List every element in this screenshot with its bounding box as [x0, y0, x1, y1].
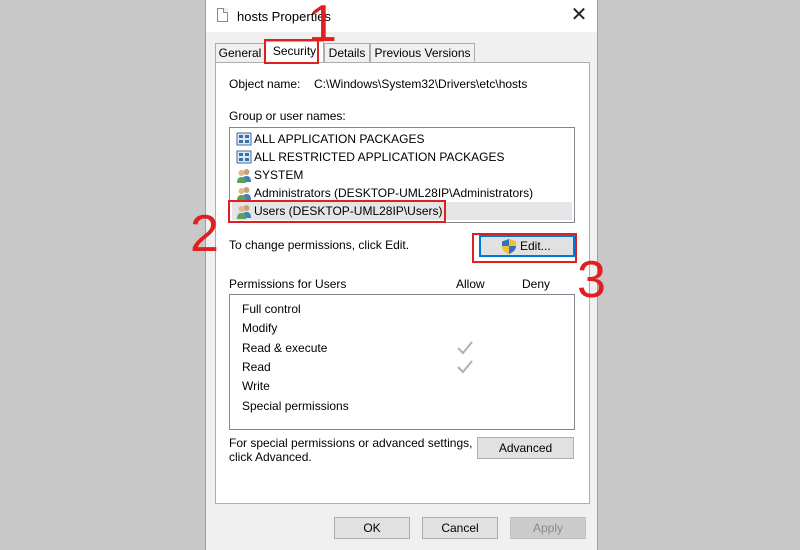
permission-row: Special permissions: [242, 399, 349, 413]
object-name-value: C:\Windows\System32\Drivers\etc\hosts: [314, 77, 528, 91]
group-list-label: Group or user names:: [229, 109, 346, 123]
close-button[interactable]: ✕: [568, 3, 590, 27]
permission-row: Read: [242, 360, 271, 374]
package-icon: [236, 150, 252, 164]
list-item[interactable]: ALL RESTRICTED APPLICATION PACKAGES: [232, 148, 572, 166]
title-bar: hosts Properties ✕: [206, 0, 597, 32]
permissions-title: Permissions for Users: [229, 277, 347, 291]
step-number-2: 2: [190, 205, 219, 263]
object-name-label: Object name:: [229, 77, 301, 91]
list-item[interactable]: SYSTEM: [232, 166, 572, 184]
step-number-3: 3: [577, 251, 606, 309]
cancel-button[interactable]: Cancel: [422, 517, 498, 539]
allow-check-icon: [457, 341, 473, 355]
package-icon: [236, 132, 252, 146]
list-item-label: SYSTEM: [254, 168, 304, 182]
tab-previous-versions[interactable]: Previous Versions: [370, 43, 475, 62]
tab-general[interactable]: General: [215, 43, 265, 62]
permission-row: Write: [242, 379, 270, 393]
permissions-list: Full control Modify Read & execute Read …: [229, 294, 575, 430]
step-number-1: 1: [308, 0, 337, 53]
advanced-button[interactable]: Advanced: [477, 437, 574, 459]
security-panel: Object name: C:\Windows\System32\Drivers…: [215, 62, 590, 504]
users-icon: [237, 187, 251, 201]
advanced-hint-line1: For special permissions or advanced sett…: [229, 436, 473, 450]
highlight-users-item: [228, 200, 446, 223]
permission-row: Read & execute: [242, 341, 328, 355]
advanced-hint-line2: click Advanced.: [229, 450, 312, 464]
change-permissions-hint: To change permissions, click Edit.: [229, 238, 410, 252]
deny-column-header: Deny: [522, 277, 551, 291]
properties-dialog: hosts Properties ✕ General Security Deta…: [205, 0, 598, 550]
allow-check-icon: [457, 360, 473, 374]
permission-row: Full control: [242, 302, 301, 316]
list-item[interactable]: ALL APPLICATION PACKAGES: [232, 130, 572, 148]
allow-column-header: Allow: [456, 277, 485, 291]
users-icon: [237, 169, 251, 183]
highlight-edit-button: [472, 233, 577, 263]
ok-button[interactable]: OK: [334, 517, 410, 539]
permission-row: Modify: [242, 321, 278, 335]
document-icon: [217, 8, 228, 22]
list-item-label: ALL RESTRICTED APPLICATION PACKAGES: [254, 150, 505, 164]
apply-button[interactable]: Apply: [510, 517, 586, 539]
list-item-label: ALL APPLICATION PACKAGES: [254, 132, 425, 146]
